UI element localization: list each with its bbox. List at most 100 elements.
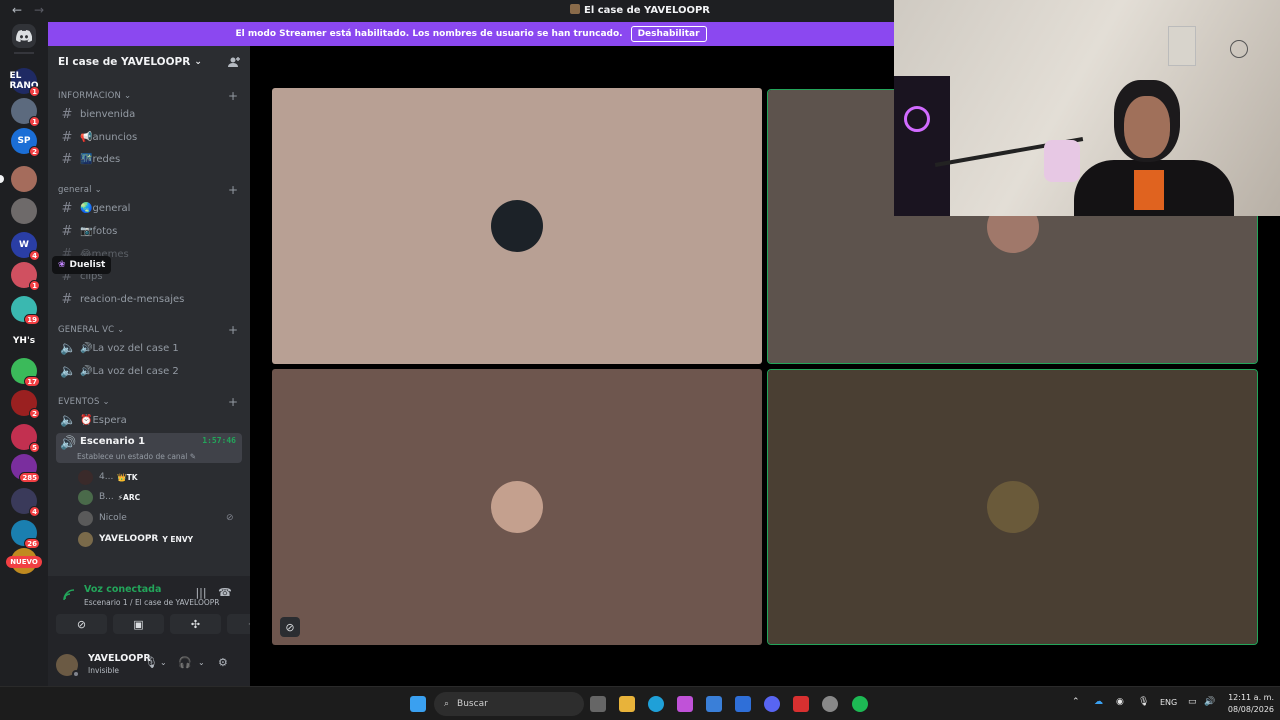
chevron-down-icon[interactable]: ⌄ [160, 658, 167, 667]
voice-user[interactable]: B... ⚡ARC [78, 488, 140, 506]
edge-icon[interactable] [648, 696, 664, 712]
tooltip: ❀ Duelist [52, 256, 112, 274]
channel-general[interactable]: # 🌏general [56, 198, 242, 218]
channel-label: bienvenida [80, 108, 136, 120]
hash-icon: # [61, 106, 73, 122]
channel-voz-2[interactable]: 🔈 🔊La voz del case 2 [56, 361, 242, 381]
server-header[interactable]: El case de YAVELOOPR ⌄ [48, 46, 250, 78]
channel-label: 📷fotos [80, 225, 118, 237]
mention-badge: 4 [29, 506, 40, 517]
add-channel-icon[interactable]: + [228, 89, 238, 103]
invite-icon[interactable] [228, 56, 240, 68]
active-server-pill [0, 175, 4, 183]
mic-icon[interactable]: 🎙 [144, 656, 158, 669]
muted-icon: ⊘ [226, 513, 234, 523]
app-r-icon[interactable] [793, 696, 809, 712]
add-channel-icon[interactable]: + [228, 183, 238, 197]
noise-suppression-icon[interactable]: ||| [194, 586, 208, 600]
voice-user[interactable]: Nicole ⊘ [78, 509, 234, 527]
server-icon[interactable]: 1 [11, 262, 40, 291]
channel-status-text: Establece un estado de canal [77, 452, 188, 461]
add-channel-icon[interactable]: + [228, 395, 238, 409]
chevron-down-icon[interactable]: ⌄ [198, 658, 205, 667]
defender-icon[interactable] [735, 696, 751, 712]
server-icon[interactable]: 2 [11, 390, 40, 419]
gear-icon[interactable]: ⚙ [218, 656, 228, 669]
server-icon[interactable] [11, 198, 37, 224]
copilot-icon[interactable] [677, 696, 693, 712]
voice-user-name: Nicole [99, 513, 127, 523]
server-icon[interactable]: 4 [11, 488, 40, 517]
discord-home-icon[interactable] [12, 24, 36, 48]
channel-voz-1[interactable]: 🔈 🔊La voz del case 1 [56, 338, 242, 358]
windows-start-icon[interactable] [410, 696, 426, 712]
signal-icon[interactable] [62, 588, 76, 602]
server-icon[interactable]: EL RANO 1 [9, 68, 40, 97]
system-clock[interactable]: 12:11 a. m. 08/08/2026 [1222, 692, 1274, 716]
category-general[interactable]: general ⌄ + [58, 183, 238, 197]
tray-app-icon[interactable]: ◉ [1116, 697, 1124, 707]
streamer [1074, 70, 1234, 216]
disable-streamer-button[interactable]: Deshabilitar [630, 26, 707, 42]
chevron-up-icon[interactable]: ⌃ [1072, 697, 1080, 707]
avatar [78, 510, 93, 526]
network-icon[interactable]: ▭ [1188, 697, 1197, 707]
channel-label: Escenario 1 [80, 436, 146, 447]
channel-redes[interactable]: # 🌃redes [56, 149, 242, 169]
onedrive-icon[interactable]: ☁ [1094, 697, 1103, 707]
store-icon[interactable] [706, 696, 722, 712]
new-badge: NUEVO [6, 556, 42, 568]
server-icon[interactable]: 26 [11, 520, 40, 549]
activities-button[interactable]: ✣ [170, 614, 221, 634]
camera-off-button[interactable]: ⊘ [56, 614, 107, 634]
server-icon[interactable]: 1 [11, 98, 40, 127]
participant-tile[interactable]: ⊘ [272, 369, 762, 645]
channel-status[interactable]: Establece un estado de canal ✎ [77, 452, 196, 461]
disconnect-icon[interactable]: ☎ [218, 586, 232, 600]
channel-anuncios[interactable]: # 📢anuncios [56, 127, 242, 147]
discord-icon[interactable] [764, 696, 780, 712]
server-icon[interactable]: SP 2 [11, 128, 40, 157]
category-informacion[interactable]: INFORMACION ⌄ + [58, 89, 238, 103]
app-icon[interactable] [822, 696, 838, 712]
voice-panel: Voz conectada Escenario 1 / El case de Y… [48, 576, 278, 686]
screen-share-button[interactable]: ▣ [113, 614, 164, 634]
volume-icon[interactable]: 🔊 [1204, 697, 1215, 707]
streamer-message: El modo Streamer está habilitado. Los no… [235, 29, 623, 39]
mic-tray-icon[interactable]: 🎙 [1138, 697, 1149, 707]
category-eventos[interactable]: EVENTOS ⌄ + [58, 395, 238, 409]
task-view-icon[interactable] [590, 696, 606, 712]
file-explorer-icon[interactable] [619, 696, 635, 712]
stage-timer: 1:57:46 [202, 436, 236, 445]
channel-fotos[interactable]: # 📷fotos [56, 221, 242, 241]
mention-badge: 1 [29, 86, 40, 97]
taskbar-search[interactable]: ⌕ Buscar [434, 692, 584, 716]
participant-tile[interactable] [767, 369, 1258, 645]
category-general-vc[interactable]: GENERAL VC ⌄ + [58, 323, 238, 337]
participant-tile[interactable] [272, 88, 762, 364]
channel-label: 🌏general [80, 202, 131, 214]
server-icon[interactable]: 5 [11, 424, 40, 453]
voice-user[interactable]: 4... 👑TK [78, 468, 138, 486]
search-icon: ⌕ [444, 699, 450, 709]
language-indicator[interactable]: ENG [1160, 698, 1177, 707]
server-icon-image: YH's [11, 328, 37, 354]
spotify-icon[interactable] [852, 696, 868, 712]
server-icon[interactable]: 17 [11, 358, 40, 387]
channel-reacion-de-mensajes[interactable]: # reacion-de-mensajes [56, 289, 242, 309]
server-icon[interactable]: 19 [11, 296, 40, 325]
speaker-icon: 🔊 [60, 436, 77, 451]
headphones-icon[interactable]: 🎧 [178, 656, 192, 669]
channel-bienvenida[interactable]: # bienvenida [56, 104, 242, 124]
server-icon[interactable]: YH's [11, 328, 37, 354]
user-status[interactable]: Invisible [88, 666, 119, 675]
channel-espera[interactable]: 🔈 ⏰Espera [56, 410, 242, 430]
add-channel-icon[interactable]: + [228, 323, 238, 337]
voice-status[interactable]: Voz conectada [84, 584, 161, 595]
user-name[interactable]: YAVELOOPR [88, 653, 151, 664]
voice-user[interactable]: YAVELOOPR Y ENVY [78, 530, 193, 548]
server-icon[interactable]: W4 [11, 232, 40, 261]
server-icon[interactable]: 285 [11, 454, 40, 483]
voice-user-name: YAVELOOPR [99, 534, 159, 544]
server-icon[interactable] [0, 166, 37, 192]
